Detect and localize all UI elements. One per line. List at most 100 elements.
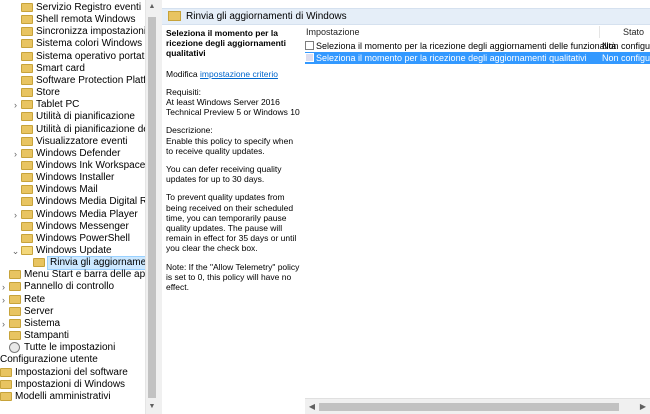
tree-item[interactable]: Smart card bbox=[0, 63, 145, 75]
folder-icon bbox=[21, 3, 33, 12]
tree-item[interactable]: › Rete bbox=[0, 294, 145, 306]
folder-icon bbox=[9, 331, 21, 341]
policy-description: Seleziona il momento per la ricezione de… bbox=[166, 28, 301, 300]
tree-item-label: Software Protection Platform bbox=[36, 74, 158, 86]
tree-item[interactable]: Menu Start e barra delle applicazio bbox=[0, 269, 158, 281]
folder-icon bbox=[21, 136, 33, 146]
expand-chevron-icon[interactable]: › bbox=[0, 281, 8, 293]
description-block: Descrizione: Enable this policy to specif… bbox=[166, 125, 301, 156]
description-para2: You can defer receiving quality updates … bbox=[166, 164, 282, 185]
tree-item[interactable]: Sincronizza impostazioni bbox=[0, 26, 147, 38]
folder-header-title: Rinvia gli aggiornamenti di Windows bbox=[186, 11, 347, 22]
tree-item[interactable]: Impostazioni di Windows bbox=[0, 379, 145, 391]
folder-icon bbox=[21, 124, 33, 134]
tree-item-label: Shell remota Windows bbox=[36, 14, 136, 26]
tree-item-label: Rinvia gli aggiornamenti di bbox=[46, 256, 158, 271]
folder-icon bbox=[21, 209, 33, 219]
tree-item[interactable]: Tutte le impostazioni bbox=[0, 342, 145, 354]
column-header-setting[interactable]: Impostazione bbox=[306, 26, 360, 38]
column-divider[interactable] bbox=[599, 26, 600, 38]
tree-item-label: Utilità di pianificazione bbox=[36, 111, 135, 123]
tree-item[interactable]: Impostazioni del software bbox=[0, 367, 145, 379]
tree-item-label: Windows Messenger bbox=[36, 220, 129, 232]
tree-item[interactable]: Windows Installer bbox=[0, 172, 145, 184]
expand-chevron-icon[interactable]: › bbox=[11, 209, 20, 221]
navigation-tree[interactable]: Servizio Registro eventi Shell remota Win… bbox=[0, 0, 158, 414]
tree-item-label: Sistema operativo portatile bbox=[36, 50, 155, 62]
details-pane: Rinvia gli aggiornamenti di Windows Sele… bbox=[162, 0, 650, 414]
tree-item[interactable]: Stampanti bbox=[0, 330, 145, 342]
folder-icon bbox=[21, 63, 33, 73]
tree-item[interactable]: Visualizzatore eventi bbox=[0, 136, 145, 148]
tree-item[interactable]: › Tablet PC bbox=[0, 99, 145, 111]
scroll-down-icon[interactable]: ▼ bbox=[146, 400, 158, 414]
folder-icon bbox=[21, 246, 33, 255]
modify-prefix: Modifica bbox=[166, 68, 201, 79]
folder-icon bbox=[21, 100, 33, 110]
tree-item[interactable]: Server bbox=[0, 306, 145, 318]
scroll-right-icon[interactable]: ▶ bbox=[637, 401, 649, 413]
tree-item-label: Pannello di controllo bbox=[24, 281, 115, 293]
expand-chevron-icon[interactable]: › bbox=[0, 318, 8, 330]
folder-icon bbox=[9, 318, 21, 328]
tree-item[interactable]: Windows Ink Workspace bbox=[0, 160, 145, 172]
tree-item[interactable]: Software Protection Platform bbox=[0, 75, 158, 87]
tree-item[interactable]: Rinvia gli aggiornamenti di bbox=[0, 256, 158, 271]
tree-item[interactable]: Utilità di pianificazione della m bbox=[0, 124, 158, 136]
policy-name: Seleziona il momento per la ricezione de… bbox=[316, 53, 587, 63]
scroll-up-icon[interactable]: ▲ bbox=[146, 0, 158, 14]
list-horizontal-scrollbar[interactable]: ◀ ▶ bbox=[305, 398, 650, 414]
tree-item[interactable]: Windows Messenger bbox=[0, 221, 145, 233]
column-header-state[interactable]: Stato bbox=[623, 26, 644, 38]
collapse-chevron-icon[interactable]: ⌄ bbox=[11, 245, 20, 257]
folder-icon bbox=[9, 270, 21, 280]
tree-item[interactable]: Shell remota Windows bbox=[0, 14, 145, 26]
horizontal-scroll-thumb[interactable] bbox=[319, 403, 619, 411]
tree-item[interactable]: Utilità di pianificazione bbox=[0, 111, 145, 123]
folder-icon bbox=[21, 185, 33, 195]
folder-icon bbox=[21, 160, 33, 170]
requirements-label: Requisiti: bbox=[166, 86, 201, 97]
tree-item[interactable]: › Windows Media Player bbox=[0, 209, 145, 221]
tree-item[interactable]: › Sistema bbox=[0, 318, 145, 330]
tree-item[interactable]: Sistema colori Windows bbox=[0, 38, 145, 50]
tree-item[interactable]: › Pannello di controllo bbox=[0, 281, 145, 293]
tree-item[interactable]: Windows Mail bbox=[0, 184, 145, 196]
tree-item[interactable]: Store bbox=[0, 87, 145, 99]
folder-header: Rinvia gli aggiornamenti di Windows bbox=[162, 8, 650, 25]
policy-row[interactable]: Seleziona il momento per la ricezione de… bbox=[305, 40, 650, 52]
folder-icon bbox=[0, 379, 12, 389]
tree-item-label: Tutte le impostazioni bbox=[24, 342, 116, 354]
folder-icon bbox=[21, 221, 33, 231]
tree-item[interactable]: Windows Media Digital Rights M bbox=[0, 196, 158, 208]
expand-chevron-icon[interactable]: › bbox=[11, 99, 20, 111]
expand-chevron-icon[interactable]: › bbox=[11, 148, 20, 160]
policy-title: Seleziona il momento per la ricezione de… bbox=[166, 28, 286, 59]
tree-item-label: Windows Media Player bbox=[36, 208, 138, 220]
description-para1: Enable this policy to specify when to re… bbox=[166, 135, 294, 156]
folder-icon bbox=[9, 306, 21, 316]
folder-icon bbox=[21, 27, 33, 37]
tree-item[interactable]: Configurazione utente bbox=[0, 354, 145, 366]
tree-item-label: Impostazioni del software bbox=[15, 366, 128, 378]
folder-icon bbox=[0, 367, 12, 377]
policy-setting-icon bbox=[305, 53, 314, 62]
policy-row[interactable]: Seleziona il momento per la ricezione de… bbox=[305, 52, 650, 64]
expand-chevron-icon[interactable]: › bbox=[0, 294, 8, 306]
settings-list[interactable]: Impostazione Stato Seleziona il momento … bbox=[305, 24, 650, 398]
tree-item[interactable]: Sistema operativo portatile bbox=[0, 51, 154, 63]
policy-setting-icon bbox=[305, 41, 314, 50]
edit-policy-link[interactable]: impostazione criterio bbox=[200, 69, 278, 79]
folder-icon bbox=[21, 233, 33, 243]
scroll-thumb[interactable] bbox=[148, 17, 156, 398]
scroll-left-icon[interactable]: ◀ bbox=[306, 401, 318, 413]
policy-state: Non configur bbox=[602, 53, 650, 63]
tree-item[interactable]: Modelli amministrativi bbox=[0, 391, 145, 403]
tree-item[interactable]: › Windows Defender bbox=[0, 148, 145, 160]
tree-item[interactable]: Servizio Registro eventi bbox=[0, 2, 145, 14]
tree-item-label: Sincronizza impostazioni bbox=[36, 26, 147, 38]
tree-item[interactable]: ⌄ Windows Update bbox=[0, 245, 145, 257]
tree-vertical-scrollbar[interactable]: ▲ ▼ bbox=[145, 0, 158, 414]
tree-item-label: Windows Ink Workspace bbox=[36, 159, 146, 171]
tree-item[interactable]: Windows PowerShell bbox=[0, 233, 145, 245]
